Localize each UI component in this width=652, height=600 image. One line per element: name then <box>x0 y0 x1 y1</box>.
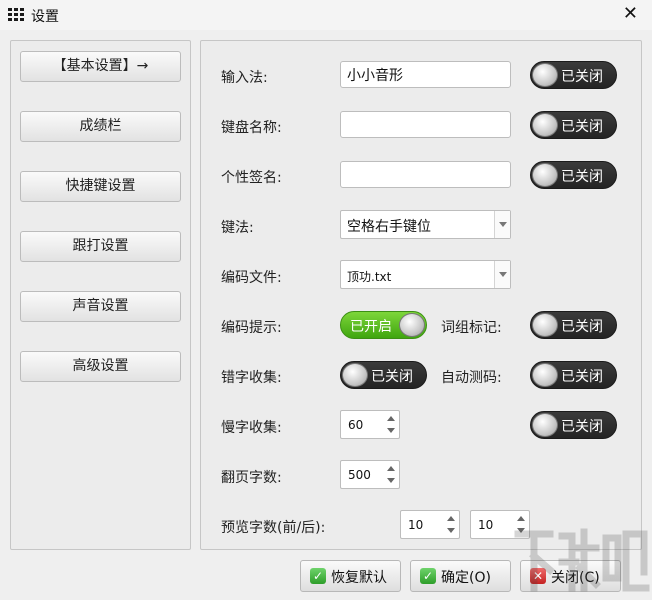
close-icon[interactable]: ✕ <box>623 3 638 24</box>
preview-before-stepper[interactable]: 10 <box>400 510 460 539</box>
nav-sound-settings[interactable]: 声音设置 <box>20 291 181 322</box>
restore-default-label: 恢复默认 <box>331 570 387 586</box>
auto-code-label: 自动测码: <box>441 370 502 386</box>
nav-score-bar[interactable]: 成绩栏 <box>20 111 181 142</box>
chevron-down-icon[interactable] <box>386 476 396 486</box>
chevron-up-icon[interactable] <box>386 414 396 424</box>
slow-collect-stepper[interactable]: 60 <box>340 410 400 439</box>
chevron-down-icon[interactable] <box>386 426 396 436</box>
toggle-knob <box>399 313 425 337</box>
input-method-toggle[interactable]: 已关闭 <box>530 61 617 89</box>
chevron-up-icon[interactable] <box>516 514 526 524</box>
page-count-value: 500 <box>348 468 371 482</box>
toggle-knob <box>532 363 558 387</box>
preview-count-label: 预览字数(前/后): <box>221 520 326 536</box>
toggle-label: 已关闭 <box>371 369 413 385</box>
check-icon: ✓ <box>310 568 326 584</box>
signature-field[interactable] <box>340 161 511 188</box>
code-hint-toggle[interactable]: 已开启 <box>340 311 427 339</box>
slow-collect-value: 60 <box>348 418 364 432</box>
close-icon: ✕ <box>530 568 546 584</box>
slow-collect-label: 慢字收集: <box>221 420 282 436</box>
keyboard-name-label: 键盘名称: <box>221 120 282 136</box>
toggle-knob <box>532 113 558 137</box>
grid-icon <box>8 8 24 21</box>
typo-collect-label: 错字收集: <box>221 370 282 386</box>
restore-default-button[interactable]: ✓ 恢复默认 <box>300 560 401 592</box>
toggle-label: 已关闭 <box>561 119 603 135</box>
key-method-value: 空格右手键位 <box>347 219 431 235</box>
chevron-up-icon[interactable] <box>386 464 396 474</box>
nav-typing-settings[interactable]: 跟打设置 <box>20 231 181 262</box>
chevron-up-icon[interactable] <box>446 514 456 524</box>
preview-before-value: 10 <box>408 518 424 532</box>
close-button[interactable]: ✕ 关闭(C) <box>520 560 621 592</box>
window-title: 设置 <box>31 9 59 25</box>
nav-panel: 【基本设置】→ 成绩栏 快捷键设置 跟打设置 声音设置 高级设置 <box>10 40 191 550</box>
chevron-down-icon[interactable] <box>494 261 510 288</box>
toggle-knob <box>532 413 558 437</box>
phrase-mark-toggle[interactable]: 已关闭 <box>530 311 617 339</box>
code-file-value: 顶功.txt <box>347 270 392 284</box>
toggle-knob <box>532 313 558 337</box>
toggle-label: 已关闭 <box>561 169 603 185</box>
check-icon: ✓ <box>420 568 436 584</box>
page-count-stepper[interactable]: 500 <box>340 460 400 489</box>
preview-after-stepper[interactable]: 10 <box>470 510 530 539</box>
key-method-select[interactable]: 空格右手键位 <box>340 210 511 239</box>
code-file-select[interactable]: 顶功.txt <box>340 260 511 289</box>
toggle-knob <box>532 63 558 87</box>
input-method-label: 输入法: <box>221 70 268 86</box>
chevron-down-icon[interactable] <box>494 211 510 238</box>
page-count-label: 翻页字数: <box>221 470 282 486</box>
settings-panel: 输入法: 已关闭 键盘名称: 已关闭 个性签名: 已关闭 键法: 空格右手键位 … <box>200 40 642 550</box>
toggle-label: 已关闭 <box>561 419 603 435</box>
title-bar: 设置 ✕ <box>0 0 652 30</box>
toggle-knob <box>342 363 368 387</box>
toggle-label: 已关闭 <box>561 369 603 385</box>
code-hint-label: 编码提示: <box>221 320 282 336</box>
toggle-knob <box>532 163 558 187</box>
toggle-label: 已开启 <box>350 319 392 335</box>
key-method-label: 键法: <box>221 220 254 236</box>
nav-basic-settings[interactable]: 【基本设置】→ <box>20 51 181 82</box>
chevron-down-icon[interactable] <box>516 526 526 536</box>
toggle-label: 已关闭 <box>561 69 603 85</box>
signature-label: 个性签名: <box>221 170 282 186</box>
preview-after-value: 10 <box>478 518 494 532</box>
code-file-label: 编码文件: <box>221 270 282 286</box>
toggle-label: 已关闭 <box>561 319 603 335</box>
slow-collect-toggle[interactable]: 已关闭 <box>530 411 617 439</box>
signature-toggle[interactable]: 已关闭 <box>530 161 617 189</box>
ok-label: 确定(O) <box>441 570 491 586</box>
chevron-down-icon[interactable] <box>446 526 456 536</box>
auto-code-toggle[interactable]: 已关闭 <box>530 361 617 389</box>
input-method-field[interactable] <box>340 61 511 88</box>
typo-collect-toggle[interactable]: 已关闭 <box>340 361 427 389</box>
keyboard-name-toggle[interactable]: 已关闭 <box>530 111 617 139</box>
ok-button[interactable]: ✓ 确定(O) <box>410 560 511 592</box>
phrase-mark-label: 词组标记: <box>441 320 502 336</box>
nav-shortcut-settings[interactable]: 快捷键设置 <box>20 171 181 202</box>
close-label: 关闭(C) <box>551 570 600 586</box>
nav-advanced-settings[interactable]: 高级设置 <box>20 351 181 382</box>
keyboard-name-field[interactable] <box>340 111 511 138</box>
